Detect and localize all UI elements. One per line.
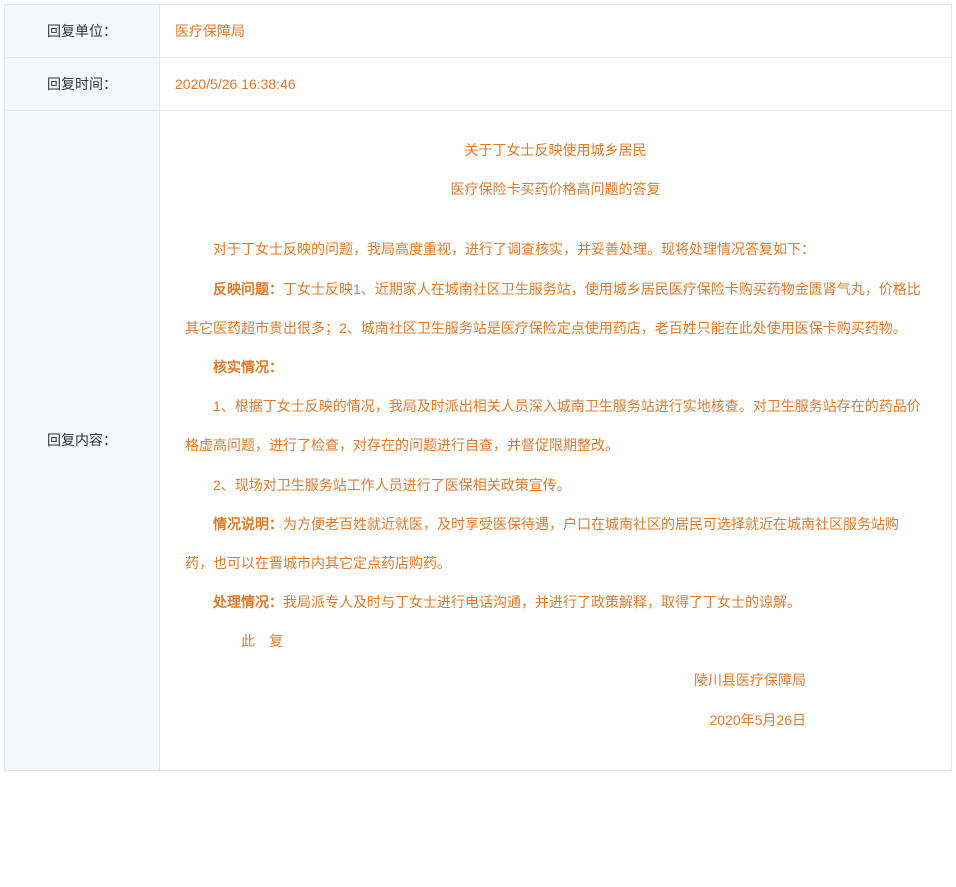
content-closing: 此 复 [185,622,926,661]
explain-text: 为方便老百姓就近就医，及时享受医保待遇，户口在城南社区的居民可选择就近在城南社区… [185,516,899,571]
reply-time-label: 回复时间： [5,58,160,111]
reply-unit-value: 医疗保障局 [160,5,952,58]
reply-table: 回复单位： 医疗保障局 回复时间： 2020/5/26 16:38:46 回复内… [4,4,952,771]
reply-unit-label: 回复单位： [5,5,160,58]
content-problem: 反映问题：丁女士反映1、近期家人在城南社区卫生服务站，使用城乡居民医疗保险卡购买… [185,270,926,348]
reply-content-body: 关于丁女士反映使用城乡居民 医疗保险卡买药价格高问题的答复 对于丁女士反映的问题… [160,111,952,771]
explain-label: 情况说明： [213,516,283,532]
content-explain: 情况说明：为方便老百姓就近就医，及时享受医保待遇，户口在城南社区的居民可选择就近… [185,505,926,583]
content-date: 2020年5月26日 [185,701,926,740]
content-handle: 处理情况：我局派专人及时与丁女士进行电话沟通，并进行了政策解释，取得了丁女士的谅… [185,583,926,622]
problem-label: 反映问题： [213,281,283,297]
handle-text: 我局派专人及时与丁女士进行电话沟通，并进行了政策解释，取得了丁女士的谅解。 [283,594,801,610]
spacer [185,209,926,230]
handle-label: 处理情况： [213,594,283,610]
reply-time-value: 2020/5/26 16:38:46 [160,58,952,111]
content-signature: 陵川县医疗保障局 [185,661,926,700]
verify-item-2: 2、现场对卫生服务站工作人员进行了医保相关政策宣传。 [185,466,926,505]
content-title-2: 医疗保险卡买药价格高问题的答复 [185,170,926,209]
reply-content-row: 回复内容： 关于丁女士反映使用城乡居民 医疗保险卡买药价格高问题的答复 对于丁女… [5,111,952,771]
problem-text: 丁女士反映1、近期家人在城南社区卫生服务站，使用城乡居民医疗保险卡购买药物金匮肾… [185,281,921,336]
content-intro: 对于丁女士反映的问题，我局高度重视，进行了调查核实，并妥善处理。现将处理情况答复… [185,230,926,269]
verify-item-1: 1、根据丁女士反映的情况，我局及时派出相关人员深入城南卫生服务站进行实地核查。对… [185,387,926,465]
reply-unit-row: 回复单位： 医疗保障局 [5,5,952,58]
content-title-1: 关于丁女士反映使用城乡居民 [185,131,926,170]
verify-label: 核实情况： [185,348,926,387]
reply-content-label: 回复内容： [5,111,160,771]
reply-time-row: 回复时间： 2020/5/26 16:38:46 [5,58,952,111]
